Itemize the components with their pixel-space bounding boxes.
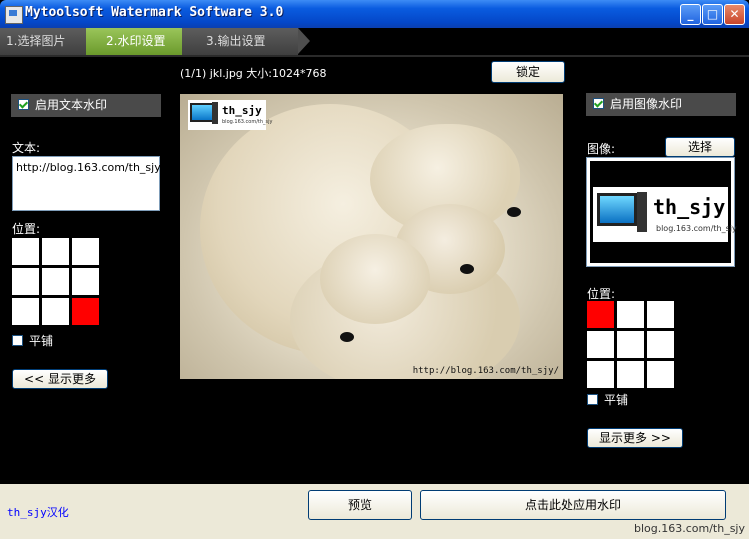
text-tile-checkbox[interactable] xyxy=(12,335,23,346)
text-tile-label: 平铺 xyxy=(29,334,54,348)
step-arrow-3 xyxy=(298,28,310,54)
bear-nose-2 xyxy=(460,264,474,274)
minimize-button[interactable]: _ xyxy=(680,4,701,25)
preview-logo-watermark: th_sjy blog.163.com/th_sjy xyxy=(188,100,272,130)
monitor-icon xyxy=(597,193,637,226)
apply-watermark-button[interactable]: 点击此处应用水印 xyxy=(420,490,726,520)
text-position-cell[interactable] xyxy=(42,298,69,325)
text-position-label: 位置: xyxy=(12,222,41,236)
image-tile-checkbox[interactable] xyxy=(587,394,598,405)
close-button[interactable]: ✕ xyxy=(724,4,745,25)
text-watermark-header[interactable]: 启用文本水印 xyxy=(11,94,161,117)
enable-image-watermark-checkbox[interactable] xyxy=(593,98,604,109)
watermark-image-box[interactable]: th_sjy blog.163.com/th_sjy xyxy=(586,157,737,267)
app-window: Mytoolsoft Watermark Software 3.0 _ □ ✕ … xyxy=(0,0,749,539)
show-more-left-button[interactable]: << 显示更多 xyxy=(12,369,108,389)
text-tile-option[interactable]: 平铺 xyxy=(12,332,53,349)
footer-url: blog.163.com/th_sjy xyxy=(633,522,745,535)
enable-image-watermark-label: 启用图像水印 xyxy=(610,97,683,111)
bear-cub-head-2 xyxy=(320,234,430,324)
enable-text-watermark-checkbox[interactable] xyxy=(18,99,29,110)
translator-credit: th_sjy汉化 xyxy=(7,506,69,519)
app-icon xyxy=(5,6,23,24)
watermark-image-preview: th_sjy blog.163.com/th_sjy xyxy=(590,161,737,263)
step-output-settings[interactable]: 3.输出设置 xyxy=(182,28,298,55)
watermark-text-input[interactable]: http://blog.163.com/th_sjy/ xyxy=(12,156,164,211)
text-position-cell[interactable] xyxy=(72,238,99,265)
preview-text-watermark: http://blog.163.com/th_sjy/ xyxy=(412,366,559,376)
wizard-steps: 1.选择图片 2.水印设置 3.输出设置 xyxy=(0,28,749,55)
preview-image: th_sjy blog.163.com/th_sjy http://blog.1… xyxy=(180,94,563,379)
text-position-cell[interactable] xyxy=(42,238,69,265)
file-info: (1/1) jkl.jpg 大小:1024*768 xyxy=(180,67,327,80)
text-position-cell[interactable] xyxy=(12,298,39,325)
select-image-button[interactable]: 选择 xyxy=(665,137,735,157)
image-position-cell[interactable] xyxy=(587,301,614,328)
image-tile-label: 平铺 xyxy=(604,393,629,407)
image-position-cell[interactable] xyxy=(617,301,644,328)
text-position-cell[interactable] xyxy=(12,238,39,265)
image-position-cell[interactable] xyxy=(587,331,614,358)
image-position-cell[interactable] xyxy=(647,361,674,388)
preview-button[interactable]: 预览 xyxy=(308,490,412,520)
enable-text-watermark-label: 启用文本水印 xyxy=(35,98,108,112)
image-tile-option[interactable]: 平铺 xyxy=(587,391,628,408)
computer-tower-icon xyxy=(637,192,647,232)
logo-url: blog.163.com/th_sjy xyxy=(656,224,737,233)
text-position-cell[interactable] xyxy=(72,298,99,325)
image-label: 图像: xyxy=(587,142,616,156)
show-more-right-button[interactable]: 显示更多 >> xyxy=(587,428,683,448)
image-watermark-header[interactable]: 启用图像水印 xyxy=(586,93,736,116)
text-position-cell[interactable] xyxy=(12,268,39,295)
preview-logo-url: blog.163.com/th_sjy xyxy=(222,119,273,125)
text-position-cell[interactable] xyxy=(42,268,69,295)
text-position-grid xyxy=(12,238,99,325)
bear-nose-1 xyxy=(507,207,521,217)
image-position-label: 位置: xyxy=(587,287,616,301)
logo-name: th_sjy xyxy=(653,195,726,219)
lock-button[interactable]: 锁定 xyxy=(491,61,565,83)
step-watermark-settings[interactable]: 2.水印设置 xyxy=(86,28,182,55)
text-label: 文本: xyxy=(12,141,41,155)
computer-tower-icon xyxy=(212,102,218,124)
image-position-cell[interactable] xyxy=(617,331,644,358)
preview-logo-name: th_sjy xyxy=(222,104,262,117)
image-position-cell[interactable] xyxy=(647,331,674,358)
step-divider xyxy=(0,55,749,57)
text-position-cell[interactable] xyxy=(72,268,99,295)
monitor-icon xyxy=(190,103,214,122)
maximize-button[interactable]: □ xyxy=(702,4,723,25)
bear-nose-3 xyxy=(340,332,354,342)
image-position-cell[interactable] xyxy=(647,301,674,328)
watermark-logo: th_sjy blog.163.com/th_sjy xyxy=(593,187,737,242)
image-position-cell[interactable] xyxy=(587,361,614,388)
title-bar[interactable]: Mytoolsoft Watermark Software 3.0 _ □ ✕ xyxy=(0,0,749,28)
step-select-image[interactable]: 1.选择图片 xyxy=(0,28,86,55)
window-title: Mytoolsoft Watermark Software 3.0 xyxy=(25,5,284,20)
image-position-grid xyxy=(587,301,674,388)
image-position-cell[interactable] xyxy=(617,361,644,388)
